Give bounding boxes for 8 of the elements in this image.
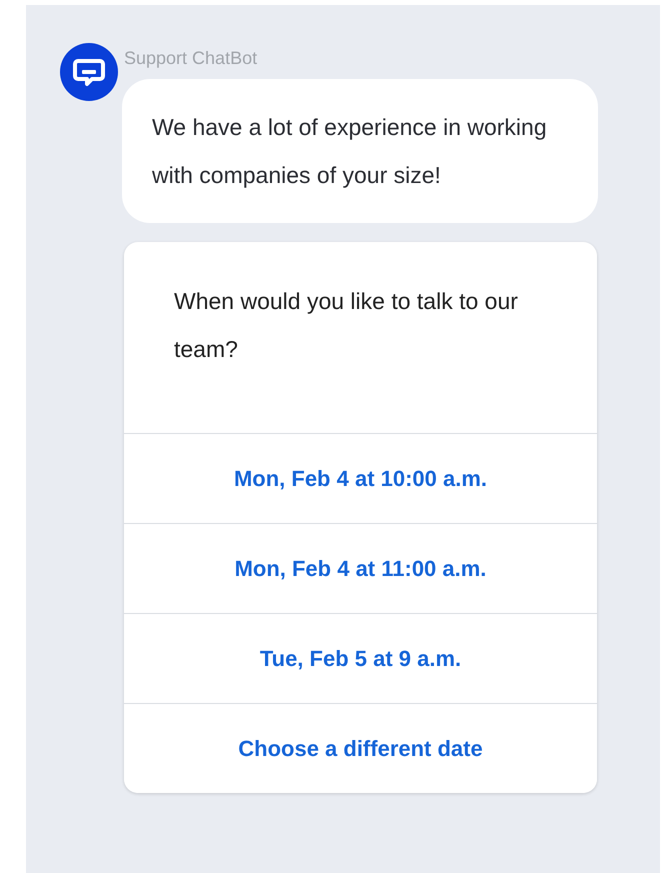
message-bubble: We have a lot of experience in working with companies of your size! [122, 79, 598, 223]
option-button[interactable]: Mon, Feb 4 at 11:00 a.m. [124, 523, 597, 613]
chatbot-avatar-icon [60, 43, 118, 101]
option-button[interactable]: Choose a different date [124, 703, 597, 793]
question-text: When would you like to talk to our team? [173, 287, 519, 364]
option-button[interactable]: Tue, Feb 5 at 9 a.m. [124, 613, 597, 703]
option-button[interactable]: Mon, Feb 4 at 10:00 a.m. [124, 433, 597, 523]
bot-name: Support ChatBot [124, 48, 258, 69]
